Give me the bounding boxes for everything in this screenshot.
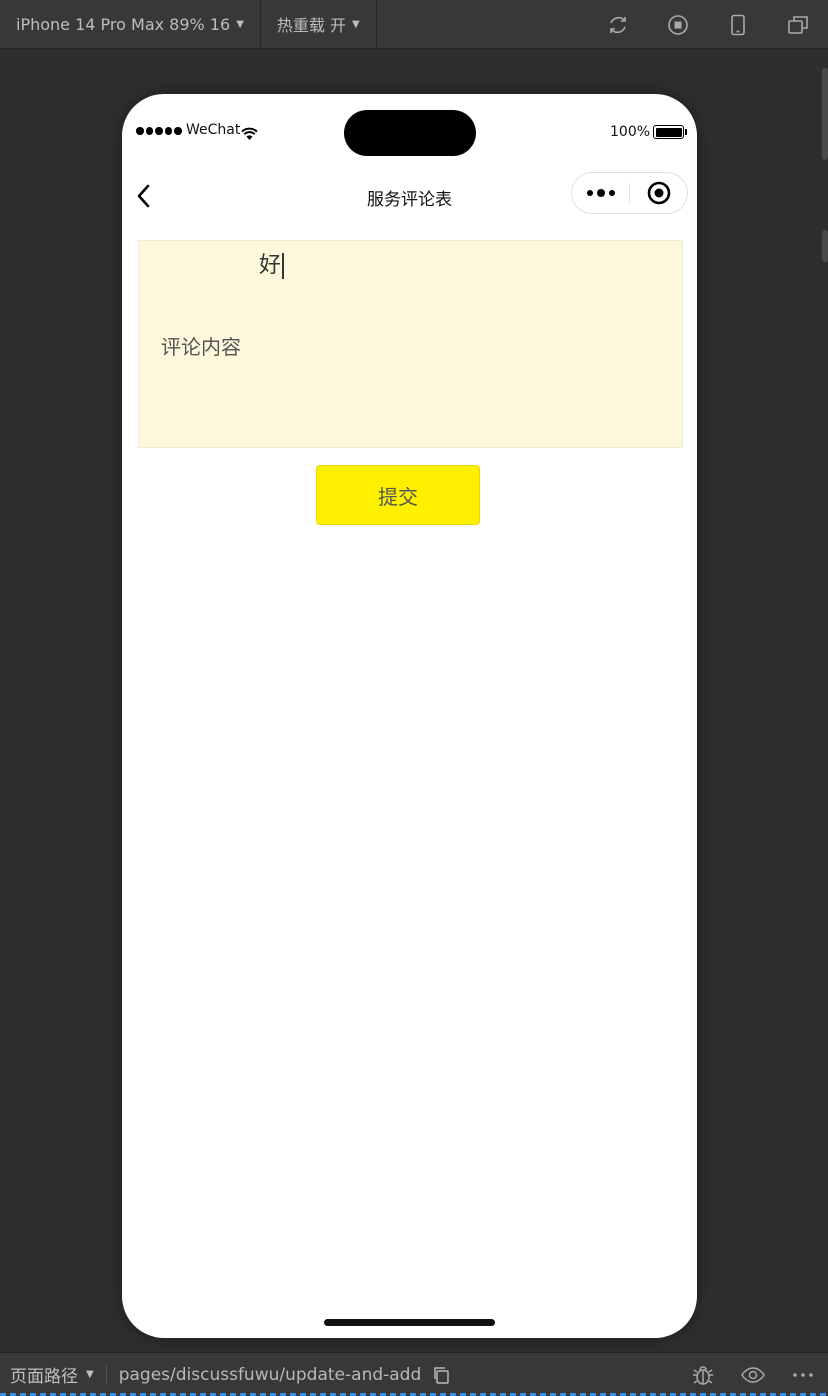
scrollbar[interactable]: [822, 68, 828, 160]
home-indicator: [324, 1319, 495, 1326]
comment-input-value: 好: [259, 253, 282, 278]
phone-icon[interactable]: [708, 0, 768, 49]
wifi-icon: [241, 125, 258, 144]
device-select[interactable]: iPhone 14 Pro Max 89% 16 ▼: [0, 0, 261, 49]
more-options-icon[interactable]: [778, 1353, 828, 1396]
caret-down-icon: ▼: [236, 18, 244, 30]
comment-form: 好 评论内容: [138, 240, 683, 448]
battery-icon: [653, 125, 684, 139]
stop-icon[interactable]: [648, 0, 708, 49]
battery-percent: 100%: [610, 124, 651, 140]
nav-bar: 服务评论表: [122, 168, 697, 224]
close-miniprogram-icon[interactable]: [630, 173, 687, 213]
debug-icon[interactable]: [678, 1353, 728, 1396]
refresh-icon[interactable]: [588, 0, 648, 49]
window-icon[interactable]: [768, 0, 828, 49]
submit-button[interactable]: 提交: [316, 465, 480, 525]
preview-eye-icon[interactable]: [728, 1353, 778, 1396]
page-path-bar: 页面路径 ▼ pages/discussfuwu/update-and-add: [0, 1352, 828, 1396]
simulator-toolbar: iPhone 14 Pro Max 89% 16 ▼ 热重载 开 ▼: [0, 0, 828, 49]
capsule-menu: [571, 172, 688, 214]
signal-icon: [136, 127, 182, 135]
page-path-select[interactable]: 页面路径 ▼: [0, 1362, 94, 1387]
copy-icon[interactable]: [431, 1365, 451, 1385]
text-cursor: [282, 253, 284, 279]
scrollbar-thumb[interactable]: [822, 230, 828, 262]
battery-tip: [685, 129, 687, 135]
caret-down-icon: ▼: [351, 18, 360, 30]
comment-label: 评论内容: [161, 335, 241, 359]
page-path-value: pages/discussfuwu/update-and-add: [118, 1364, 422, 1385]
more-icon[interactable]: [572, 173, 629, 213]
page-path-label: 页面路径: [10, 1367, 78, 1387]
status-bar: WeChat 100%: [122, 94, 697, 164]
caret-down-icon: ▼: [86, 1369, 94, 1380]
hot-reload-label: 热重载 开: [276, 16, 346, 35]
device-label: iPhone 14 Pro Max 89% 16: [16, 14, 231, 34]
phone-simulator: WeChat 100% 服务评论表 好 评论内容 提交: [122, 94, 697, 1338]
carrier-label: WeChat: [186, 122, 241, 138]
comment-input[interactable]: 好: [259, 247, 284, 279]
divider: [105, 1364, 107, 1385]
hot-reload-select[interactable]: 热重载 开 ▼: [261, 0, 377, 49]
dynamic-island: [344, 110, 476, 156]
